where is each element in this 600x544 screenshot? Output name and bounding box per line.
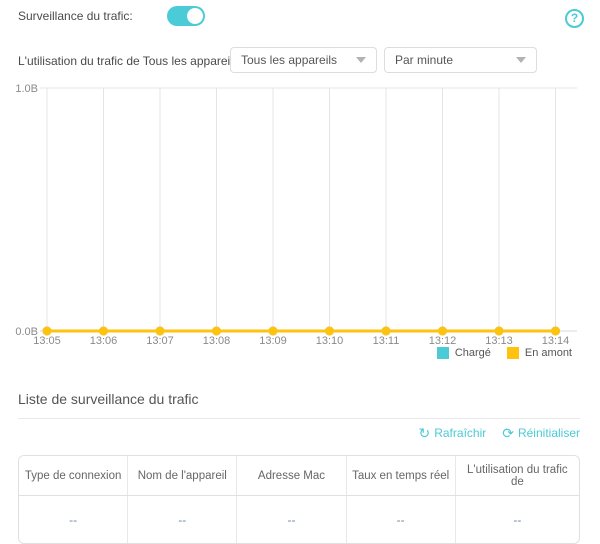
table-header-cell: Adresse Mac [237, 456, 346, 495]
x-tick-label: 13:09 [259, 335, 287, 347]
device-select-value: Tous les appareils [241, 53, 337, 67]
x-tick-label: 13:06 [90, 335, 118, 347]
x-tick-label: 13:07 [146, 335, 174, 347]
y-tick-top: 1.0B [15, 83, 38, 95]
interval-select[interactable]: Par minute [384, 47, 537, 73]
section-divider [18, 418, 580, 419]
list-section-title: Liste de surveillance du trafic [18, 391, 199, 407]
data-point [43, 327, 52, 336]
toggle-knob [187, 8, 203, 24]
table-cell: -- [19, 496, 128, 543]
traffic-monitor-table: Type de connexionNom de l'appareilAdress… [18, 455, 580, 544]
legend-swatch [437, 347, 449, 359]
data-point [551, 327, 560, 336]
x-tick-label: 13:10 [316, 335, 344, 347]
table-header-row: Type de connexionNom de l'appareilAdress… [19, 456, 579, 496]
refresh-icon: ↻ [418, 427, 430, 439]
data-point [495, 327, 504, 336]
data-point [212, 327, 221, 336]
device-select[interactable]: Tous les appareils [230, 47, 377, 73]
data-point [325, 327, 334, 336]
table-header-cell: L'utilisation du trafic de [456, 456, 579, 495]
table-row: ---------- [19, 496, 579, 543]
x-tick-label: 13:12 [429, 335, 457, 347]
table-header-cell: Nom de l'appareil [128, 456, 237, 495]
interval-select-value: Par minute [395, 53, 453, 67]
x-tick-label: 13:11 [373, 335, 400, 347]
legend-item: En amont [507, 347, 572, 359]
legend-label: En amont [525, 347, 572, 359]
data-point [99, 327, 108, 336]
refresh-button[interactable]: ↻ Rafraîchir [418, 426, 486, 440]
chevron-down-icon [516, 57, 526, 63]
refresh-button-label: Rafraîchir [434, 426, 486, 440]
data-point [156, 327, 165, 336]
traffic-monitor-toggle[interactable] [167, 6, 205, 26]
table-header-cell: Type de connexion [19, 456, 128, 495]
chevron-down-icon [356, 57, 366, 63]
x-tick-label: 13:13 [485, 335, 513, 347]
chart-legend: Chargé En amont [437, 347, 572, 359]
reset-button[interactable]: ⟳ Réinitialiser [502, 426, 580, 440]
traffic-monitor-page: Surveillance du trafic: ? L'utilisation … [0, 0, 600, 544]
table-header-cell: Taux en temps réel [347, 456, 456, 495]
data-point [438, 327, 447, 336]
table-cell: -- [128, 496, 237, 543]
traffic-monitor-toggle-label: Surveillance du trafic: [18, 9, 133, 23]
traffic-chart: 13:0513:0613:0713:0813:0913:1013:1113:12… [0, 80, 600, 350]
traffic-usage-label: L'utilisation du trafic de Tous les appa… [18, 54, 242, 68]
y-tick-bottom: 0.0B [15, 326, 38, 338]
legend-swatch [507, 347, 519, 359]
legend-label: Chargé [455, 347, 491, 359]
table-cell: -- [237, 496, 346, 543]
legend-item: Chargé [437, 347, 491, 359]
reset-button-label: Réinitialiser [518, 426, 580, 440]
data-point [382, 327, 391, 336]
x-tick-label: 13:08 [203, 335, 231, 347]
x-tick-label: 13:14 [542, 335, 570, 347]
table-cell: -- [347, 496, 456, 543]
reset-icon: ⟳ [502, 427, 514, 439]
help-icon[interactable]: ? [565, 9, 584, 28]
table-cell: -- [456, 496, 579, 543]
data-point [269, 327, 278, 336]
